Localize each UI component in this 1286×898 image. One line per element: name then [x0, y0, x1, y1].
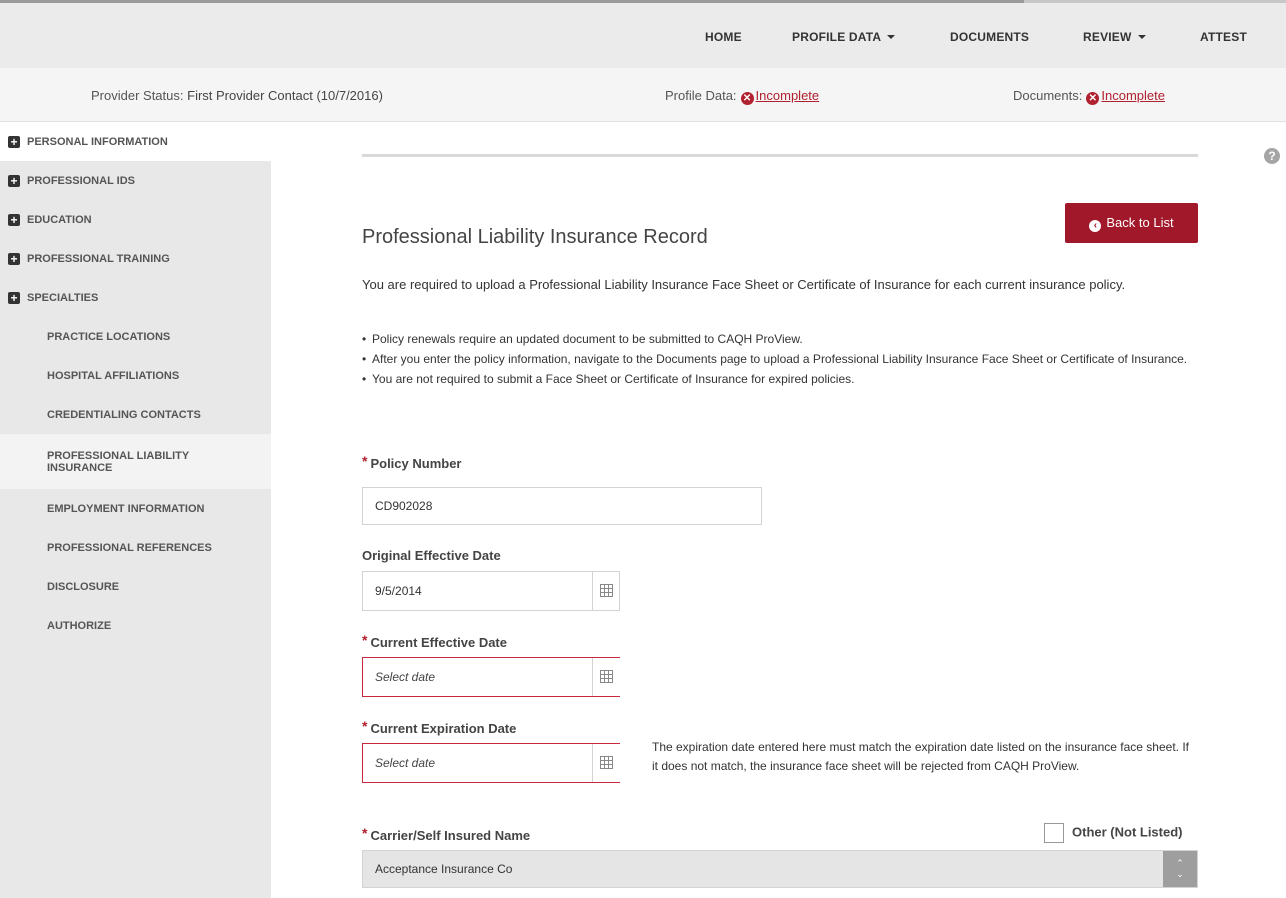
sidebar-item-professional-training[interactable]: + PROFESSIONAL TRAINING — [0, 239, 271, 278]
carrier-name-label-text: Carrier/Self Insured Name — [370, 828, 531, 843]
documents-status-label: Documents: — [1013, 88, 1083, 103]
back-to-list-label: Back to List — [1106, 215, 1174, 230]
nav-review[interactable]: REVIEW — [1083, 30, 1146, 44]
expiration-date-note: The expiration date entered here must ma… — [652, 740, 1189, 773]
current-expiration-date-placeholder: Select date — [375, 756, 436, 770]
plus-icon: + — [8, 291, 20, 304]
sidebar-item-label: HOSPITAL AFFILIATIONS — [47, 369, 180, 382]
sidebar-item-education[interactable]: + EDUCATION — [0, 200, 271, 239]
plus-icon: + — [8, 213, 20, 226]
sidebar-item-authorize[interactable]: AUTHORIZE — [0, 606, 271, 645]
list-item: You are not required to submit a Face Sh… — [362, 370, 1202, 388]
current-effective-date-label-text: Current Effective Date — [370, 635, 507, 650]
current-effective-date-label: * Current Effective Date — [362, 632, 507, 650]
error-circle-icon: ✕ — [1086, 92, 1100, 105]
sidebar-item-hospital-affiliations[interactable]: HOSPITAL AFFILIATIONS — [0, 356, 271, 395]
plus-icon: + — [8, 174, 20, 187]
sidebar: + PERSONAL INFORMATION + PROFESSIONAL ID… — [0, 122, 271, 898]
sidebar-item-label: AUTHORIZE — [47, 619, 112, 632]
nav-documents[interactable]: DOCUMENTS — [950, 30, 1029, 44]
calendar-icon — [600, 756, 613, 769]
required-marker: * — [362, 718, 368, 734]
nav-profile-data[interactable]: PROFILE DATA — [792, 30, 896, 44]
original-effective-date-field[interactable]: 9/5/2014 — [362, 571, 620, 611]
sidebar-item-label: SPECIALTIES — [27, 291, 99, 304]
list-item: After you enter the policy information, … — [362, 350, 1202, 368]
required-marker: * — [362, 632, 368, 648]
provider-status-label: Provider Status: — [91, 88, 184, 103]
sidebar-item-specialties[interactable]: + SPECIALTIES — [0, 278, 271, 317]
profile-data-incomplete-link[interactable]: Incomplete — [756, 88, 820, 103]
sidebar-item-label: EMPLOYMENT INFORMATION — [47, 502, 205, 515]
calendar-button[interactable] — [592, 658, 621, 696]
sidebar-item-label: PRACTICE LOCATIONS — [47, 330, 171, 343]
calendar-button[interactable] — [592, 572, 621, 610]
carrier-name-select[interactable]: Acceptance Insurance Co ⌃ ⌄ — [362, 850, 1198, 888]
policy-number-label-text: Policy Number — [370, 456, 462, 471]
original-effective-date-value: 9/5/2014 — [375, 584, 422, 598]
policy-number-label: * Policy Number — [362, 453, 461, 471]
nav-attest[interactable]: ATTEST — [1200, 30, 1247, 44]
sidebar-item-practice-locations[interactable]: PRACTICE LOCATIONS — [0, 317, 271, 356]
chevron-down-icon — [1137, 34, 1146, 39]
sidebar-item-professional-liability-insurance[interactable]: PROFESSIONAL LIABILITY INSURANCE — [0, 434, 271, 489]
carrier-name-label: * Carrier/Self Insured Name — [362, 825, 530, 843]
sidebar-item-credentialing-contacts[interactable]: CREDENTIALING CONTACTS — [0, 395, 271, 434]
sidebar-item-label: DISCLOSURE — [47, 580, 120, 593]
plus-icon: + — [8, 135, 20, 148]
sidebar-item-label: PERSONAL INFORMATION — [27, 135, 168, 148]
original-effective-date-label: Original Effective Date — [362, 548, 501, 563]
provider-status-value: First Provider Contact (10/7/2016) — [187, 88, 383, 103]
nav-home[interactable]: HOME — [705, 30, 742, 44]
calendar-button[interactable] — [592, 744, 621, 782]
sidebar-item-label: PROFESSIONAL IDS — [27, 174, 135, 187]
instructions-list: Policy renewals require an updated docum… — [362, 330, 1202, 390]
sidebar-item-label: PROFESSIONAL LIABILITY INSURANCE — [47, 449, 189, 474]
sidebar-item-label: CREDENTIALING CONTACTS — [47, 408, 201, 421]
profile-data-status-label: Profile Data: — [665, 88, 737, 103]
intro-text: You are required to upload a Professiona… — [362, 277, 1126, 292]
chevron-down-icon — [887, 34, 896, 39]
list-item: Policy renewals require an updated docum… — [362, 330, 1202, 348]
other-not-listed-checkbox[interactable] — [1044, 823, 1064, 843]
current-expiration-date-field[interactable]: Select date — [362, 743, 620, 783]
plus-icon: + — [8, 252, 20, 265]
topbar-accent — [1024, 0, 1286, 3]
sidebar-item-label: PROFESSIONAL TRAINING — [27, 252, 170, 265]
other-not-listed-option[interactable]: Other (Not Listed) — [1044, 823, 1183, 843]
documents-status: Documents: ✕ Incomplete — [1013, 88, 1165, 105]
required-marker: * — [362, 825, 368, 841]
section-divider — [362, 154, 1198, 157]
calendar-icon — [600, 670, 613, 683]
top-navigation-bar: HOME PROFILE DATA DOCUMENTS REVIEW ATTES… — [0, 0, 1286, 68]
help-icon[interactable]: ? — [1264, 148, 1280, 164]
sidebar-item-label: EDUCATION — [27, 213, 92, 226]
error-circle-icon: ✕ — [740, 92, 754, 105]
arrow-left-circle-icon: ‹ — [1089, 220, 1102, 232]
sidebar-item-personal-information[interactable]: + PERSONAL INFORMATION — [0, 122, 271, 161]
documents-incomplete-link[interactable]: Incomplete — [1101, 88, 1165, 103]
provider-status-bar: Provider Status: First Provider Contact … — [0, 68, 1286, 122]
sidebar-item-employment-information[interactable]: EMPLOYMENT INFORMATION — [0, 489, 271, 528]
sidebar-item-professional-references[interactable]: PROFESSIONAL REFERENCES — [0, 528, 271, 567]
current-effective-date-field[interactable]: Select date — [362, 657, 620, 697]
sidebar-item-professional-ids[interactable]: + PROFESSIONAL IDS — [0, 161, 271, 200]
sidebar-item-disclosure[interactable]: DISCLOSURE — [0, 567, 271, 606]
nav-profile-data-label: PROFILE DATA — [792, 30, 882, 44]
page-title: Professional Liability Insurance Record — [362, 226, 708, 248]
carrier-name-value: Acceptance Insurance Co — [375, 862, 513, 876]
nav-review-label: REVIEW — [1083, 30, 1132, 44]
select-arrows-icon: ⌃ ⌄ — [1163, 851, 1197, 887]
provider-status: Provider Status: First Provider Contact … — [91, 88, 383, 103]
other-not-listed-label: Other (Not Listed) — [1072, 824, 1183, 840]
sidebar-item-label: PROFESSIONAL REFERENCES — [47, 541, 212, 554]
current-effective-date-placeholder: Select date — [375, 670, 436, 684]
policy-number-input[interactable]: CD902028 — [362, 487, 762, 525]
current-expiration-date-label: * Current Expiration Date — [362, 718, 516, 736]
back-to-list-button[interactable]: ‹ Back to List — [1065, 203, 1198, 243]
calendar-icon — [600, 584, 613, 597]
required-marker: * — [362, 453, 368, 469]
profile-data-status: Profile Data: ✕ Incomplete — [665, 88, 819, 105]
current-expiration-date-label-text: Current Expiration Date — [370, 721, 517, 736]
